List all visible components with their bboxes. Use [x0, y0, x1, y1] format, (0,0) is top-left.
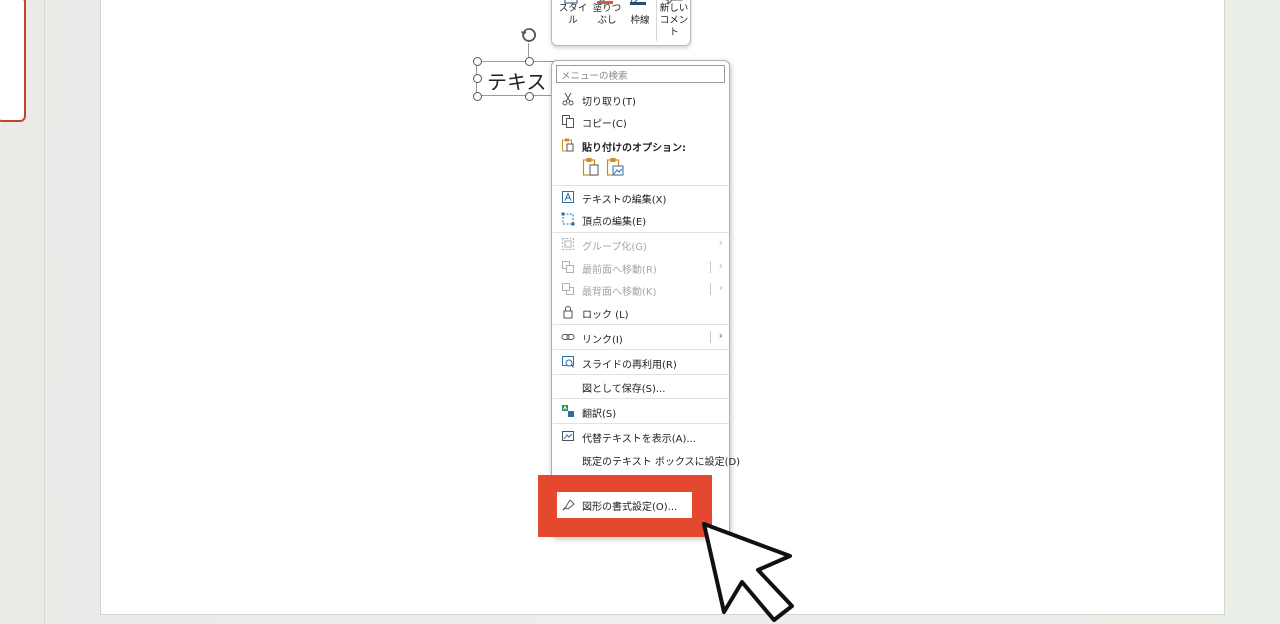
menu-item-copy[interactable]: コピー(C)	[552, 110, 729, 132]
edit-points-icon	[561, 212, 575, 226]
resize-handle-left[interactable]	[473, 74, 482, 83]
alt-text-icon	[562, 431, 574, 441]
shape-style-button[interactable]: スタイ ル	[556, 0, 590, 43]
menu-item-label: グループ化(G)	[582, 242, 647, 253]
menu-separator	[553, 324, 729, 325]
new-comment-icon	[665, 0, 683, 5]
menu-separator	[553, 423, 729, 424]
slide-thumbnail[interactable]	[0, 0, 26, 122]
menu-item-label: 翻訳(S)	[582, 409, 617, 420]
pen-outline-icon	[630, 0, 646, 5]
shape-style-icon	[564, 0, 578, 4]
shape-style-label-2: ル	[568, 15, 578, 26]
scissors-icon	[562, 92, 574, 106]
new-comment-label-2: コメント	[659, 15, 689, 38]
resize-handle-bottom-left[interactable]	[473, 92, 482, 101]
menu-item-translate[interactable]: 翻訳(S)	[552, 400, 729, 422]
split-divider	[710, 331, 711, 343]
menu-item-label: 貼り付けのオプション:	[582, 143, 686, 154]
menu-item-label: 図形の書式設定(O)...	[582, 502, 678, 513]
submenu-arrow-icon: ›	[718, 259, 723, 272]
menu-item-label: リンク(I)	[582, 335, 623, 346]
menu-item-label: 切り取り(T)	[582, 97, 636, 108]
bring-to-front-icon	[562, 261, 574, 273]
menu-item-set-default-text-box[interactable]: 既定のテキスト ボックスに設定(D)	[552, 448, 740, 470]
menu-item-label: 最前面へ移動(R)	[582, 265, 657, 276]
translate-icon	[562, 405, 574, 417]
menu-separator	[553, 398, 729, 399]
text-box-content[interactable]: テキス	[487, 66, 546, 95]
menu-item-label: 頂点の編集(E)	[582, 217, 647, 228]
resize-handle-bottom[interactable]	[525, 92, 534, 101]
edit-text-icon	[562, 191, 574, 203]
menu-search-input[interactable]: メニューの検索	[556, 65, 725, 83]
group-icon	[562, 238, 574, 250]
paste-icon	[562, 138, 574, 152]
menu-item-label: 最背面へ移動(K)	[582, 287, 657, 298]
send-to-back-icon	[562, 283, 574, 295]
menu-item-bring-to-front: 最前面へ移動(R) ›	[552, 256, 729, 278]
menu-item-format-shape[interactable]: 図形の書式設定(O)...	[557, 492, 692, 518]
mouse-pointer-icon	[702, 522, 794, 622]
shape-outline-button[interactable]: 枠線	[624, 0, 656, 43]
menu-item-label: 既定のテキスト ボックスに設定(D)	[582, 457, 741, 468]
menu-item-label: 図として保存(S)...	[582, 384, 666, 395]
menu-item-cut[interactable]: 切り取り(T)	[552, 88, 729, 110]
submenu-arrow-icon: ›	[718, 236, 723, 249]
menu-item-edit-text[interactable]: テキストの編集(X)	[552, 186, 729, 208]
submenu-arrow-icon: ›	[718, 329, 723, 342]
resize-handle-top-left[interactable]	[473, 57, 482, 66]
shape-fill-label-2: ぶし	[597, 15, 617, 26]
lock-icon	[563, 306, 573, 319]
paint-bucket-icon	[597, 0, 613, 4]
submenu-arrow-icon: ›	[718, 281, 723, 294]
split-divider	[710, 283, 711, 295]
new-comment-button[interactable]: 新しい コメント	[657, 0, 691, 43]
menu-item-label: 代替テキストを表示(A)...	[582, 434, 696, 445]
copy-icon	[562, 115, 574, 128]
menu-item-alt-text[interactable]: 代替テキストを表示(A)...	[552, 425, 729, 447]
menu-item-lock[interactable]: ロック (L)	[552, 301, 729, 323]
thumbnail-pane-divider	[44, 0, 45, 624]
menu-item-label: テキストの編集(X)	[582, 195, 667, 206]
menu-item-send-to-back: 最背面へ移動(K) ›	[552, 278, 729, 300]
context-menu: メニューの検索 切り取り(T) コピー(C) 貼り付けのオプション: テキストの…	[551, 60, 740, 537]
menu-item-edit-points[interactable]: 頂点の編集(E)	[552, 208, 729, 230]
menu-item-link[interactable]: リンク(I) ›	[552, 326, 729, 348]
menu-item-label: ロック (L)	[582, 310, 629, 321]
menu-item-reuse-slides[interactable]: スライドの再利用(R)	[552, 351, 729, 373]
menu-item-group: グループ化(G) ›	[552, 233, 729, 255]
link-icon	[561, 334, 575, 340]
shape-outline-label: 枠線	[630, 15, 650, 26]
format-shape-icon	[562, 499, 575, 511]
shape-fill-button[interactable]: 塗りつ ぶし	[590, 0, 624, 43]
menu-separator	[553, 349, 729, 350]
menu-item-paste-options: 貼り付けのオプション:	[552, 134, 729, 156]
reuse-slides-icon	[562, 356, 574, 368]
rotate-handle-icon[interactable]	[520, 26, 538, 44]
split-divider	[710, 261, 711, 273]
menu-item-save-as-picture[interactable]: 図として保存(S)...	[552, 375, 729, 397]
paste-as-picture-icon[interactable]	[606, 157, 624, 177]
menu-item-label: コピー(C)	[582, 119, 627, 130]
menu-item-label: スライドの再利用(R)	[582, 360, 677, 371]
resize-handle-top[interactable]	[525, 57, 534, 66]
paste-keep-formatting-icon[interactable]	[582, 157, 600, 177]
mini-toolbar: スタイ ル 塗りつ ぶし 枠線 新しい コメント	[551, 0, 691, 46]
